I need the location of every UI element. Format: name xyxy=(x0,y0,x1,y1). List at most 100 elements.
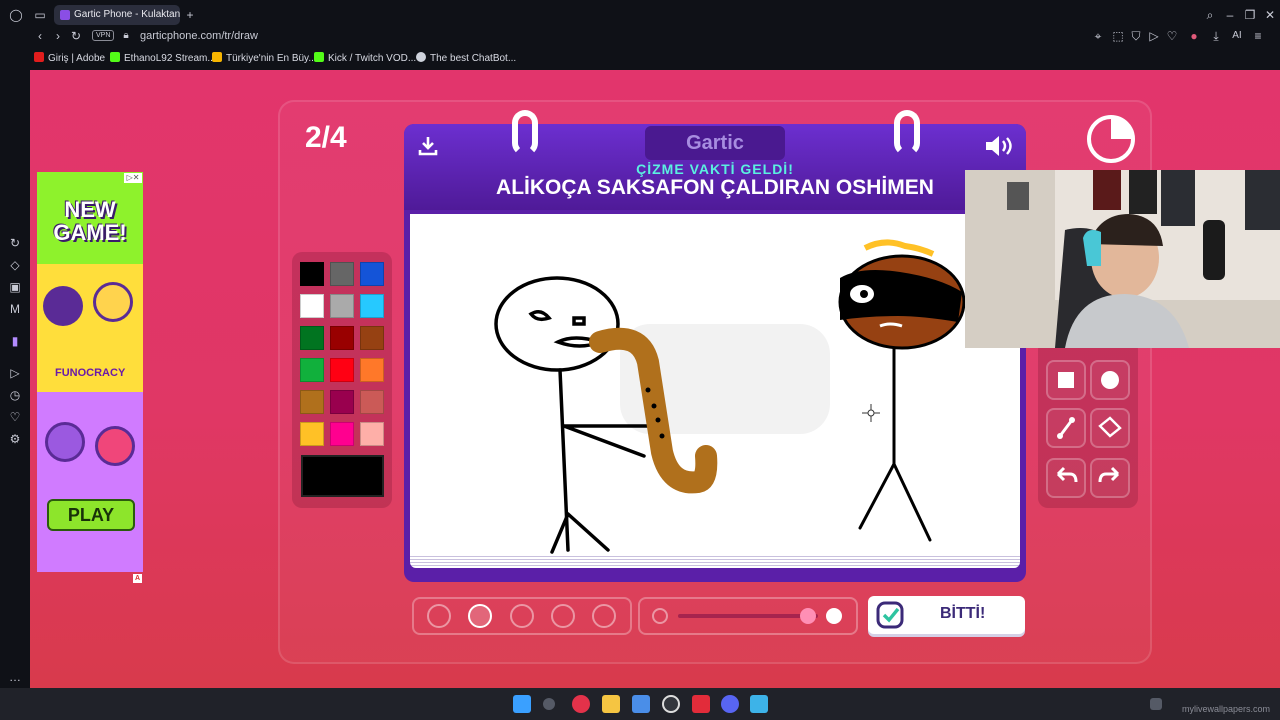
fill-bucket-icon[interactable] xyxy=(1090,408,1130,448)
color-swatch[interactable] xyxy=(360,294,384,318)
drawing-prompt: ALİKOÇA SAKSAFON ÇALDIRAN OSHİMEN xyxy=(496,176,934,199)
ad-close-icon[interactable]: ▷✕ xyxy=(124,173,142,183)
color-swatch[interactable] xyxy=(300,262,324,286)
color-swatch[interactable] xyxy=(300,422,324,446)
drawing-canvas[interactable] xyxy=(410,214,1020,554)
windows-start-icon[interactable] xyxy=(513,695,531,713)
clock-icon[interactable]: ◷ xyxy=(7,388,23,404)
color-swatch[interactable] xyxy=(330,390,354,414)
heart-icon[interactable]: ♡ xyxy=(1164,29,1180,45)
selected-color-preview[interactable] xyxy=(301,455,384,497)
search-icon[interactable]: ⌕ xyxy=(1202,8,1218,24)
redo-icon[interactable] xyxy=(1090,458,1130,498)
aria-ai-button[interactable]: AI xyxy=(1228,29,1246,45)
opacity-thumb[interactable] xyxy=(800,608,816,624)
bookmarks-bar: Giriş | Adobe EthanoL92 Stream... Türkiy… xyxy=(30,48,1280,70)
extensions-icon[interactable]: ▣ xyxy=(7,280,23,296)
shield-icon[interactable]: ⛉ xyxy=(1128,29,1144,45)
bookmark-item[interactable]: EthanoL92 Stream... xyxy=(110,52,216,64)
undo-icon[interactable] xyxy=(1046,458,1086,498)
more-icon[interactable]: … xyxy=(7,670,23,686)
square-tool-icon[interactable] xyxy=(1046,360,1086,400)
blonde-character-icon xyxy=(93,282,133,322)
crypto-wallet-icon[interactable]: ◇ xyxy=(7,258,23,274)
color-swatch[interactable] xyxy=(300,326,324,350)
color-swatch[interactable] xyxy=(360,358,384,382)
left-binder-ring xyxy=(512,110,538,156)
brush-size-4-icon[interactable] xyxy=(551,604,575,628)
twitch-icon[interactable]: ▮ xyxy=(7,334,23,350)
player-icon[interactable]: ▷ xyxy=(7,366,23,382)
opacity-track[interactable] xyxy=(678,614,818,618)
tray-icon[interactable] xyxy=(1150,698,1162,710)
brush-size-2-icon[interactable] xyxy=(468,604,492,628)
color-swatch[interactable] xyxy=(330,262,354,286)
volume-icon[interactable] xyxy=(983,133,1015,159)
color-swatch[interactable] xyxy=(330,294,354,318)
right-binder-ring xyxy=(894,110,920,156)
color-swatch[interactable] xyxy=(360,326,384,350)
lock-icon[interactable]: 🔒︎ xyxy=(118,29,134,45)
color-swatch[interactable] xyxy=(330,358,354,382)
brush-size-1-icon[interactable] xyxy=(427,604,451,628)
settings-icon[interactable]: ⚙ xyxy=(7,432,23,448)
opacity-min-icon xyxy=(652,608,668,624)
site-icon xyxy=(212,52,222,62)
minimize-icon[interactable]: – xyxy=(1222,8,1238,24)
play-icon[interactable]: ▷ xyxy=(1146,29,1162,45)
bookmarks-icon[interactable]: ♡ xyxy=(7,410,23,426)
download-icon[interactable]: ⤓ xyxy=(1208,29,1224,45)
done-button-label: BİTTİ! xyxy=(940,605,986,622)
color-swatch[interactable] xyxy=(300,358,324,382)
opera-logo-icon[interactable]: ◯ xyxy=(8,8,24,24)
ad-play-button[interactable]: PLAY xyxy=(47,499,135,531)
color-swatch[interactable] xyxy=(300,390,324,414)
color-swatch[interactable] xyxy=(330,326,354,350)
menu-icon[interactable]: ≡ xyxy=(1250,29,1266,45)
app-icon[interactable] xyxy=(632,695,650,713)
restore-icon[interactable]: ❐ xyxy=(1242,8,1258,24)
brush-size-3-icon[interactable] xyxy=(510,604,534,628)
media-player-icon[interactable] xyxy=(692,695,710,713)
webcam-overlay xyxy=(965,170,1280,348)
profile-avatar-icon[interactable]: ● xyxy=(1186,29,1202,45)
discord-icon[interactable] xyxy=(721,695,739,713)
pin-icon[interactable]: ⌖ xyxy=(1090,29,1106,45)
round-counter: 2/4 xyxy=(305,121,347,154)
bookmark-item[interactable]: Türkiye'nin En Büy... xyxy=(212,52,317,64)
back-icon[interactable]: ‹ xyxy=(32,29,48,45)
color-swatch[interactable] xyxy=(360,390,384,414)
brush-size-5-icon[interactable] xyxy=(592,604,616,628)
color-swatch[interactable] xyxy=(360,262,384,286)
bookmark-item[interactable]: Kick / Twitch VOD... xyxy=(314,52,416,64)
bookmark-item[interactable]: Giriş | Adobe xyxy=(34,52,105,64)
search-icon[interactable] xyxy=(543,698,555,710)
tab-gartic-phone[interactable]: Gartic Phone - Kulaktan Ku xyxy=(54,5,180,25)
line-tool-icon[interactable] xyxy=(1046,408,1086,448)
snapshot-icon[interactable]: ⬚ xyxy=(1110,29,1126,45)
advertisement[interactable]: NEW GAME! FUNOCRACY PLAY xyxy=(37,172,143,572)
stick-figure-right xyxy=(838,239,966,542)
color-swatch[interactable] xyxy=(330,422,354,446)
obs-icon[interactable] xyxy=(662,695,680,713)
messenger-icon[interactable]: M xyxy=(7,302,23,318)
reload-icon[interactable]: ↻ xyxy=(68,29,84,45)
download-drawing-icon[interactable] xyxy=(416,134,440,158)
circle-tool-icon[interactable] xyxy=(1090,360,1130,400)
paint-icon[interactable] xyxy=(750,695,768,713)
color-swatch[interactable] xyxy=(360,422,384,446)
color-swatch[interactable] xyxy=(300,294,324,318)
opera-taskbar-icon[interactable] xyxy=(572,695,590,713)
tab-list-icon[interactable]: ▭ xyxy=(32,8,48,24)
url-field[interactable]: garticphone.com/tr/draw xyxy=(140,30,258,42)
draw-time-subtitle: ÇİZME VAKTİ GELDİ! xyxy=(636,161,794,177)
bookmark-item[interactable]: The best ChatBot... xyxy=(416,52,516,64)
new-tab-button[interactable]: + xyxy=(182,8,198,24)
history-icon[interactable]: ↻ xyxy=(7,236,23,252)
file-explorer-icon[interactable] xyxy=(602,695,620,713)
vpn-badge[interactable]: VPN xyxy=(92,30,115,41)
ad-headline: NEW GAME! xyxy=(53,197,127,245)
close-icon[interactable]: ✕ xyxy=(1262,8,1278,24)
ad-badge[interactable]: A xyxy=(133,574,142,583)
forward-icon[interactable]: › xyxy=(50,29,66,45)
